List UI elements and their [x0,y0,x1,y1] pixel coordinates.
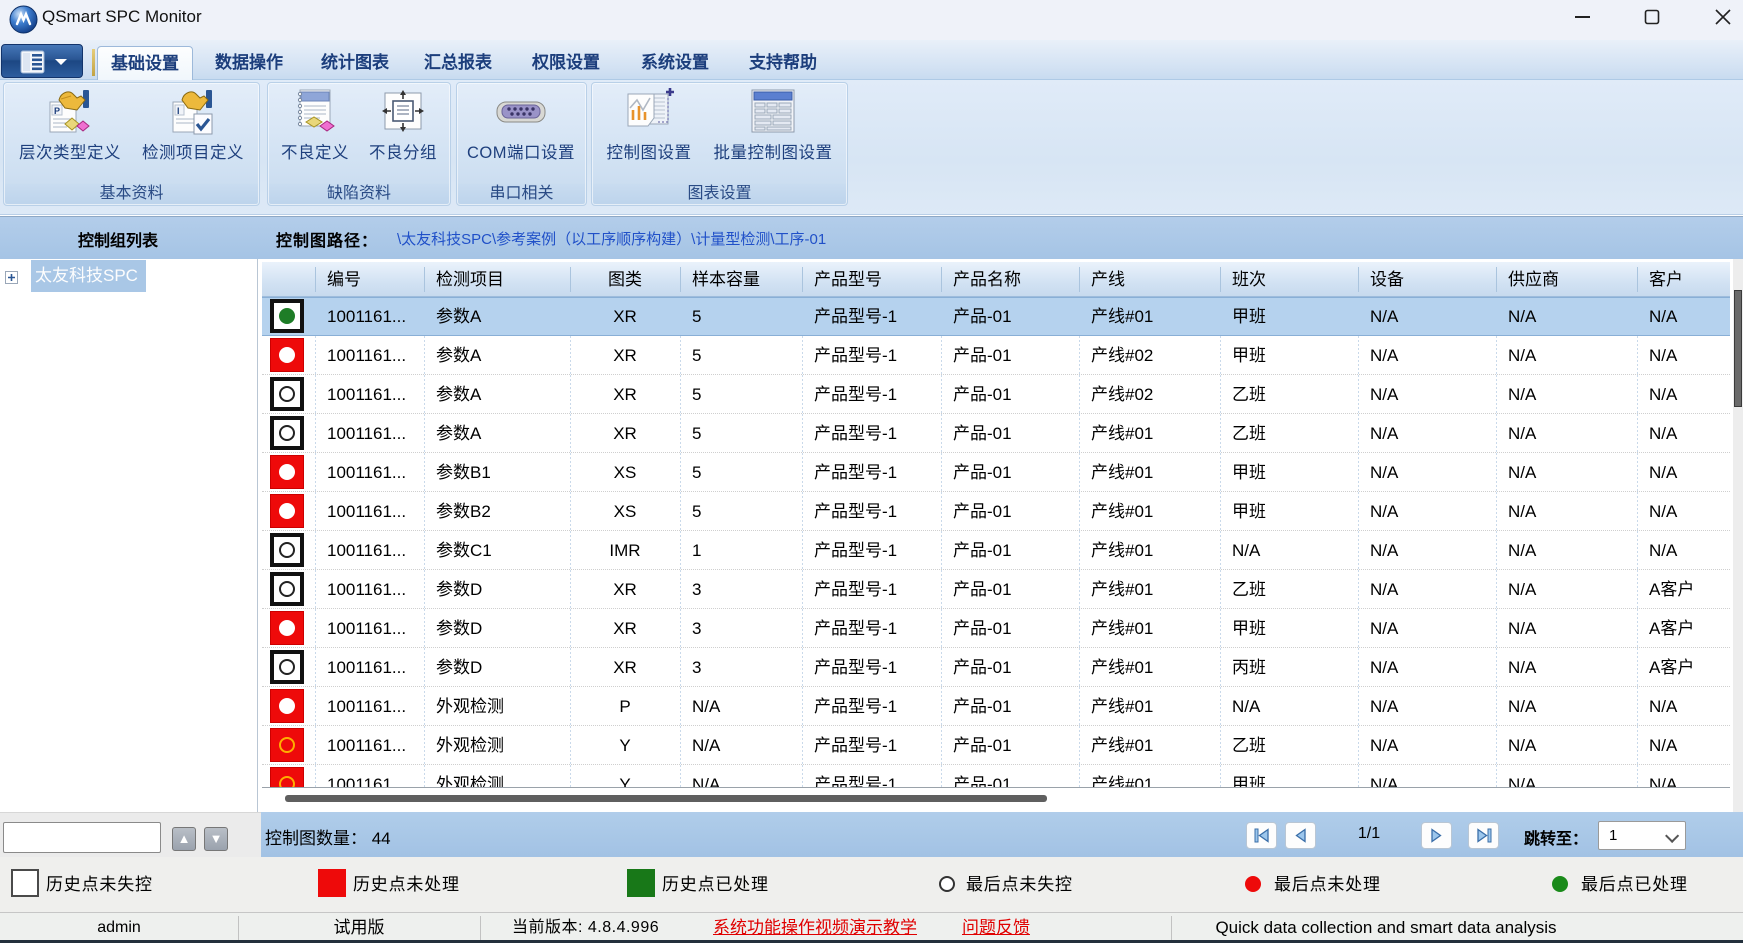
svg-text:I: I [177,106,180,116]
svg-text:P: P [54,106,61,116]
